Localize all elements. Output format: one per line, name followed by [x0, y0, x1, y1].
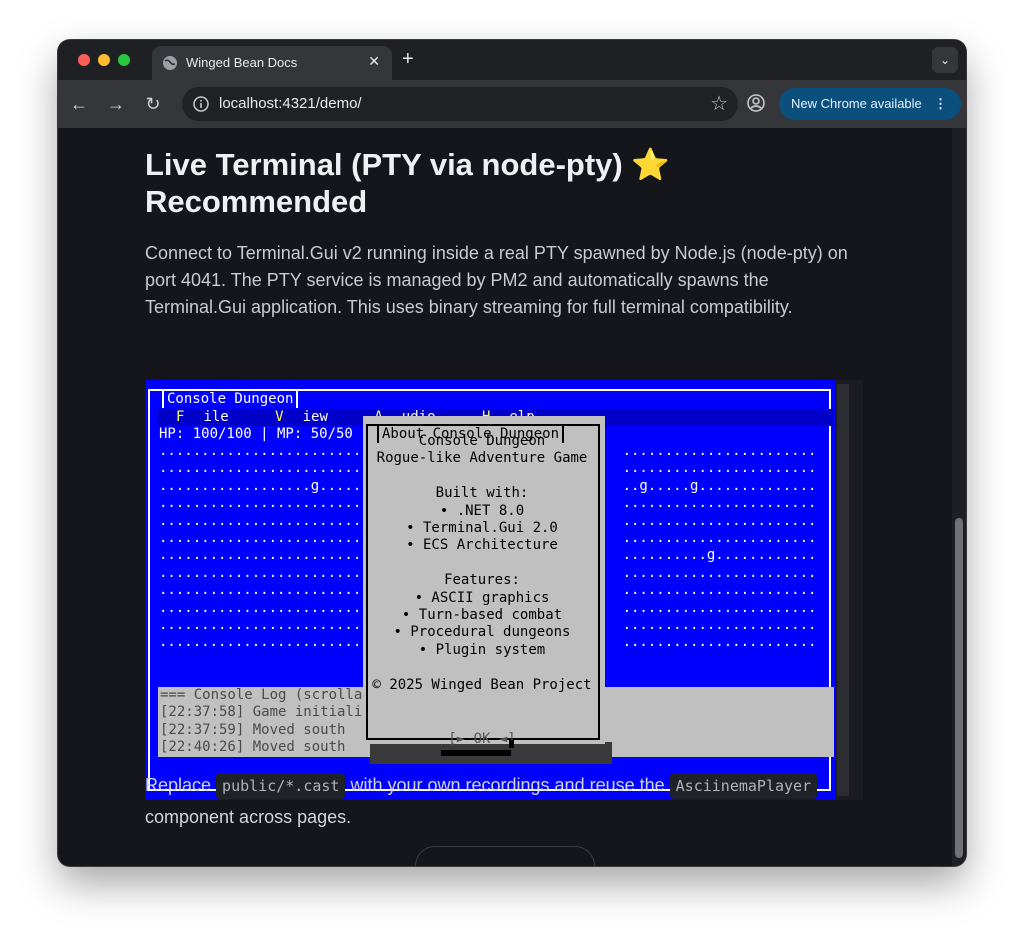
about-dialog-text: Console Dungeon Rogue-like Adventure Game… [363, 433, 601, 694]
dialog-line: • Turn-based combat [401, 607, 563, 624]
terminal-side-panel [835, 380, 863, 800]
dialog-line [363, 468, 601, 485]
tab-winged-bean-docs[interactable]: Winged Bean Docs ✕ [152, 46, 392, 80]
intro-paragraph: Connect to Terminal.Gui v2 running insid… [145, 243, 848, 317]
update-button-label: New Chrome available [791, 96, 922, 111]
site-info-icon[interactable] [192, 95, 210, 113]
profile-icon[interactable] [746, 93, 766, 113]
address-bar[interactable]: localhost:4321/demo/ ☆ [182, 87, 738, 121]
dialog-line: Rogue-like Adventure Game [376, 450, 588, 467]
dialog-line: • Plugin system [418, 641, 546, 658]
minimize-window-button[interactable] [98, 54, 110, 66]
browser-toolbar: ← → ↻ localhost:4321/demo/ ☆ New Chrome … [58, 80, 966, 128]
ok-button-underline [441, 750, 511, 756]
close-window-button[interactable] [78, 54, 90, 66]
new-chrome-available-button[interactable]: New Chrome available ⋮ [779, 88, 961, 120]
player-status: HP: 100/100 | MP: 50/50 [159, 426, 353, 442]
terminal-scrollbar[interactable] [837, 384, 849, 796]
menu-view[interactable]: View [266, 409, 338, 425]
dialog-line: © 2025 Winged Bean Project [372, 676, 592, 693]
tab-title: Winged Bean Docs [186, 55, 298, 70]
close-tab-icon[interactable]: ✕ [368, 53, 380, 70]
page-scroll-thumb[interactable] [955, 518, 963, 858]
terminal-window-title: Console Dungeon [162, 391, 299, 408]
code-player-component: AsciinemaPlayer [669, 773, 818, 799]
tab-search-chevron-icon[interactable]: ⌄ [932, 47, 958, 73]
footer-paragraph: Replace public/*.cast with your own reco… [145, 770, 865, 833]
dialog-line [363, 659, 601, 676]
maximize-window-button[interactable] [118, 54, 130, 66]
floating-toolbar[interactable] [415, 846, 595, 866]
forward-arrow-icon[interactable]: → [105, 93, 127, 115]
tab-strip: Winged Bean Docs ✕ + ⌄ [58, 40, 966, 80]
page-scrollbar[interactable] [952, 128, 966, 866]
dialog-line: • Procedural dungeons [393, 624, 571, 641]
page-title-text: Live Terminal (PTY via node-pty) [145, 147, 623, 182]
text-cursor [509, 740, 514, 748]
dialog-line: Built with: [435, 485, 529, 502]
dialog-line: Console Dungeon [418, 433, 546, 449]
terminal-player[interactable]: Console Dungeon File View Audio Help HP:… [145, 380, 863, 800]
dialog-line: Features: [444, 572, 520, 589]
bookmark-star-icon[interactable]: ☆ [710, 91, 728, 116]
more-menu-icon[interactable]: ⋮ [934, 88, 947, 120]
new-tab-button[interactable]: + [402, 48, 414, 71]
page-content: Live Terminal (PTY via node-pty) ⭐ Recom… [58, 128, 966, 866]
star-emoji: ⭐ [631, 147, 670, 182]
dialog-line: • ASCII graphics [414, 589, 550, 606]
browser-window: Winged Bean Docs ✕ + ⌄ ← → ↻ localhost:4… [58, 40, 966, 866]
page-title-line2: Recommended [145, 184, 368, 219]
reload-icon[interactable]: ↻ [142, 93, 164, 115]
code-cast-path: public/*.cast [216, 773, 346, 799]
dialog-line: • Terminal.Gui 2.0 [406, 520, 558, 537]
url-text: localhost:4321/demo/ [219, 95, 362, 112]
about-dialog: About Console Dungeon Console Dungeon Rog… [363, 416, 605, 756]
back-arrow-icon[interactable]: ← [68, 93, 90, 115]
dialog-line: • .NET 8.0 [439, 502, 525, 519]
dialog-line: • ECS Architecture [406, 537, 558, 554]
page-title: Live Terminal (PTY via node-pty) ⭐ Recom… [145, 146, 745, 220]
dialog-line [363, 555, 601, 572]
ok-button[interactable]: [► OK ◄] [363, 731, 601, 748]
menu-file[interactable]: File [167, 409, 239, 425]
globe-icon [163, 56, 177, 70]
